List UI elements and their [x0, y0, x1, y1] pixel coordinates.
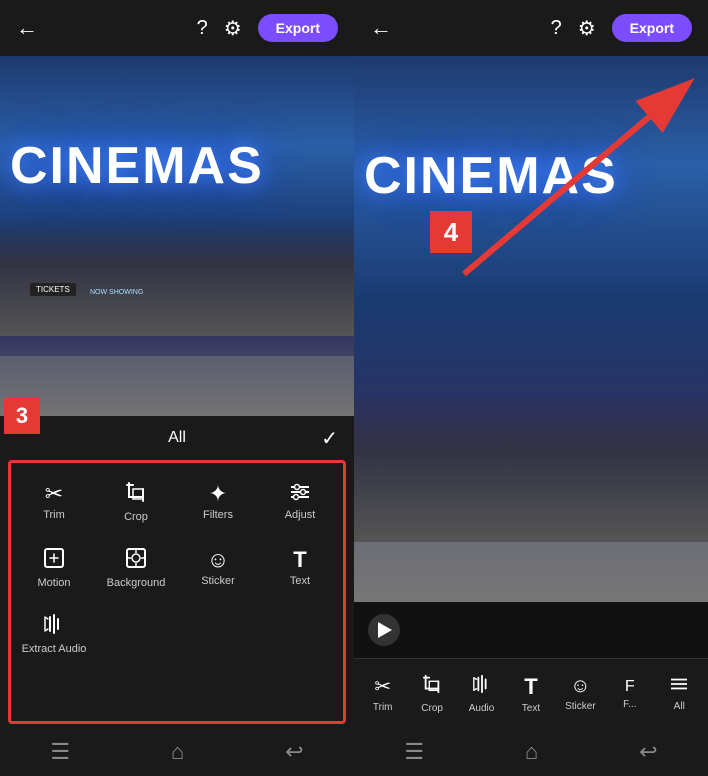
left-tools-section: 3 All ✓ ✂ Trim: [0, 416, 354, 728]
right-sticker-icon: ☺: [570, 675, 590, 698]
right-f-label: F...: [623, 699, 636, 710]
right-f-icon: F: [625, 678, 635, 696]
trim-label: Trim: [43, 509, 65, 521]
trim-icon: ✂: [45, 483, 63, 505]
motion-label: Motion: [37, 577, 70, 589]
right-cinemas-text: CINEMAS: [364, 146, 698, 206]
right-settings-icon[interactable]: ⚙: [578, 16, 596, 41]
right-tool-audio[interactable]: Audio: [462, 674, 502, 714]
left-help-icon[interactable]: ?: [197, 17, 208, 40]
right-tool-trim[interactable]: ✂ Trim: [363, 674, 403, 713]
badge-3: 3: [4, 398, 40, 434]
left-tools-title: All: [168, 429, 186, 447]
tool-background[interactable]: Background: [97, 537, 175, 599]
right-tools-bar: ✂ Trim Crop Audio T T: [354, 658, 708, 728]
background-icon: [125, 547, 147, 573]
left-tools-row3: Extract Audio: [15, 603, 339, 665]
left-panel: ← ? ⚙ Export CINEMAS TICKETS NOW SHOWING…: [0, 0, 354, 776]
left-back-button[interactable]: ←: [16, 15, 38, 41]
right-crop-icon: [422, 674, 442, 700]
right-play-button[interactable]: [368, 614, 400, 646]
right-tool-crop[interactable]: Crop: [412, 674, 452, 714]
right-tool-all[interactable]: All: [659, 675, 699, 712]
tool-text[interactable]: T Text: [261, 537, 339, 599]
right-text-label: Text: [522, 703, 540, 714]
adjust-label: Adjust: [285, 509, 316, 521]
filters-icon: ✦: [209, 483, 227, 505]
left-tools-row1: ✂ Trim Crop ✦ Filters: [15, 471, 339, 533]
text-label: Text: [290, 575, 310, 587]
right-help-icon[interactable]: ?: [551, 17, 562, 40]
left-nav-back-icon[interactable]: ↩: [285, 739, 303, 765]
right-crop-label: Crop: [421, 703, 443, 714]
right-play-area: [354, 602, 708, 658]
text-icon: T: [293, 549, 306, 571]
left-tools-header: All ✓: [0, 416, 354, 460]
right-text-icon: T: [524, 674, 537, 700]
tool-motion[interactable]: Motion: [15, 537, 93, 599]
left-settings-icon[interactable]: ⚙: [224, 16, 242, 41]
tool-filters[interactable]: ✦ Filters: [179, 471, 257, 533]
play-triangle-icon: [378, 622, 392, 638]
extract-audio-label: Extract Audio: [22, 643, 87, 655]
left-nav-home-icon[interactable]: ⌂: [171, 739, 184, 765]
right-bottom-nav: ☰ ⌂ ↩: [354, 728, 708, 776]
sticker-label: Sticker: [201, 575, 235, 587]
right-back-button[interactable]: ←: [370, 15, 392, 41]
filters-label: Filters: [203, 509, 233, 521]
right-video-preview: CINEMAS 4: [354, 56, 708, 602]
right-top-bar: ← ? ⚙ Export: [354, 0, 708, 56]
left-video-preview: CINEMAS TICKETS NOW SHOWING: [0, 56, 354, 416]
left-top-bar-left: ←: [16, 15, 38, 41]
left-now-showing: NOW SHOWING: [90, 289, 143, 296]
right-trim-icon: ✂: [374, 674, 391, 699]
badge-4: 4: [430, 211, 472, 253]
right-all-icon: [669, 675, 689, 698]
right-nav-menu-icon[interactable]: ☰: [404, 739, 424, 765]
crop-icon: [125, 481, 147, 507]
right-trim-label: Trim: [373, 702, 393, 713]
motion-icon: [43, 547, 65, 573]
right-all-label: All: [674, 701, 685, 712]
background-label: Background: [107, 577, 166, 589]
left-top-bar-icons: ? ⚙ Export: [197, 14, 338, 42]
left-cinemas-text: CINEMAS: [10, 136, 344, 196]
sticker-icon: ☺: [207, 549, 229, 571]
right-audio-icon: [472, 674, 492, 700]
left-nav-menu-icon[interactable]: ☰: [50, 739, 70, 765]
right-tool-f[interactable]: F F...: [610, 678, 650, 710]
right-tool-sticker[interactable]: ☺ Sticker: [560, 675, 600, 712]
right-export-button[interactable]: Export: [612, 14, 692, 42]
left-tools-check[interactable]: ✓: [321, 426, 338, 451]
tool-extract-audio[interactable]: Extract Audio: [15, 603, 93, 665]
right-top-bar-icons: ? ⚙ Export: [551, 14, 692, 42]
tool-adjust[interactable]: Adjust: [261, 471, 339, 533]
adjust-icon: [289, 483, 311, 505]
right-nav-back-icon[interactable]: ↩: [639, 739, 657, 765]
right-sticker-label: Sticker: [565, 701, 596, 712]
right-audio-label: Audio: [469, 703, 495, 714]
left-tickets-sign: TICKETS: [30, 283, 76, 296]
left-export-button[interactable]: Export: [258, 14, 338, 42]
tool-trim[interactable]: ✂ Trim: [15, 471, 93, 533]
right-nav-home-icon[interactable]: ⌂: [525, 739, 538, 765]
left-tools-grid-wrapper: ✂ Trim Crop ✦ Filters: [8, 460, 346, 724]
tool-sticker[interactable]: ☺ Sticker: [179, 537, 257, 599]
crop-label: Crop: [124, 511, 148, 523]
left-top-bar: ← ? ⚙ Export: [0, 0, 354, 56]
right-panel: ← ? ⚙ Export CINEMAS 4: [354, 0, 708, 776]
tool-crop[interactable]: Crop: [97, 471, 175, 533]
left-bottom-nav: ☰ ⌂ ↩: [0, 728, 354, 776]
left-tools-row2: Motion Background: [15, 537, 339, 599]
extract-audio-icon: [43, 613, 65, 639]
right-tool-text[interactable]: T Text: [511, 674, 551, 714]
